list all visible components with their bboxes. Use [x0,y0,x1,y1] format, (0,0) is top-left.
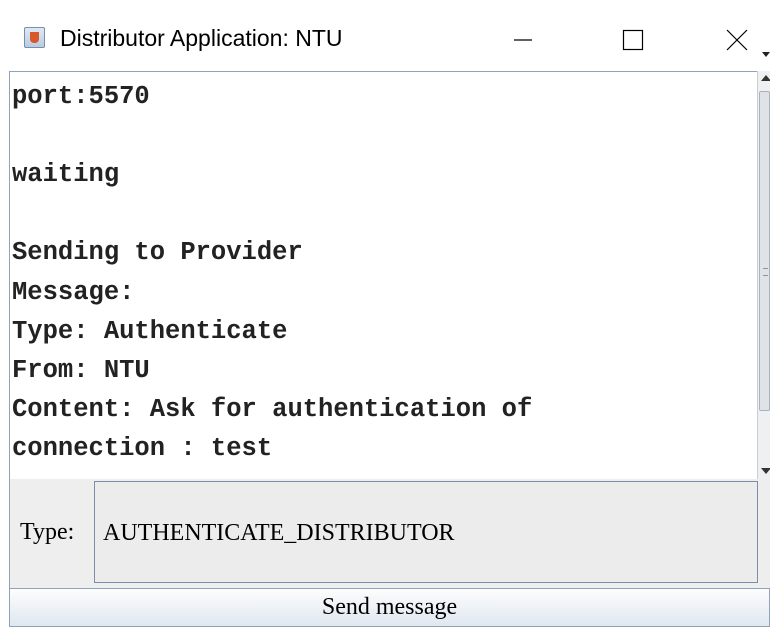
type-select-value: AUTHENTICATE_DISTRIBUTOR [103,520,455,546]
message-log-textarea[interactable]: port:5570 waiting Sending to Provider Me… [9,71,757,479]
window-title: Distributor Application: NTU [60,25,343,51]
scroll-down-arrow-icon[interactable] [761,468,770,474]
send-message-button[interactable]: Send message [9,588,770,627]
grip-icon [763,268,768,276]
type-dropdown-button[interactable] [750,40,770,70]
message-type-panel: Type: AUTHENTICATE_DISTRIBUTOR [9,479,770,588]
log-line: Sending to Provider [12,238,303,267]
title-bar[interactable]: Distributor Application: NTU [0,0,770,72]
scrollbar-thumb[interactable] [759,91,770,411]
type-label: Type: [20,519,75,545]
type-select[interactable]: AUTHENTICATE_DISTRIBUTOR [94,481,758,583]
application-window: Distributor Application: NTU port:5570 w… [0,0,770,627]
log-line: From: NTU [12,356,150,385]
send-message-label: Send message [321,594,458,620]
minimize-icon [514,39,532,41]
scroll-up-arrow-icon[interactable] [761,75,770,81]
log-line: connection : test [12,434,273,463]
log-line: waiting [12,160,120,189]
maximize-icon [622,29,644,51]
minimize-button[interactable] [493,16,553,64]
maximize-button[interactable] [603,16,663,64]
close-icon [726,29,748,51]
log-line: port:5570 [12,82,150,111]
log-line: Message: [12,278,135,307]
log-line: Type: Authenticate [12,317,288,346]
vertical-scrollbar[interactable] [757,71,770,479]
log-line: Content: Ask for authentication of [12,395,533,424]
java-coffee-cup-icon [24,27,45,48]
chevron-down-icon [762,52,770,57]
